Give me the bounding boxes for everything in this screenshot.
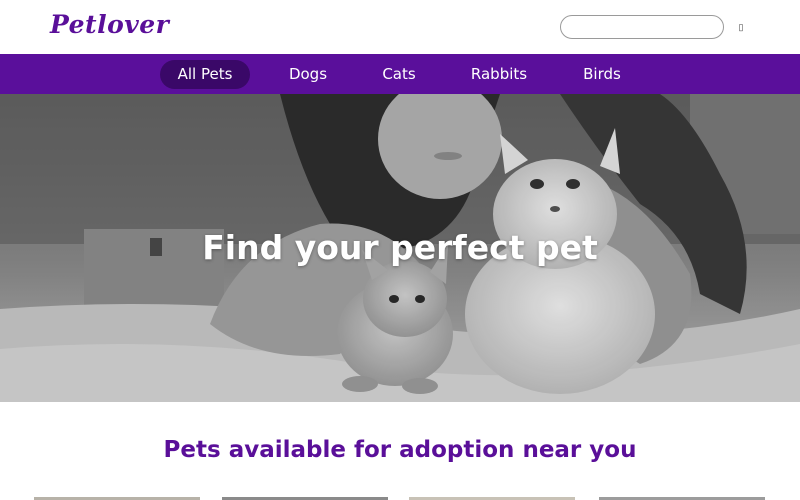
nav-item-rabbits[interactable]: Rabbits bbox=[463, 60, 535, 89]
site-header: Petlover ▯ bbox=[0, 0, 800, 54]
nav-item-all-pets[interactable]: All Pets bbox=[160, 60, 250, 89]
site-logo[interactable]: Petlover bbox=[50, 10, 169, 39]
hero-banner: Find your perfect pet bbox=[0, 94, 800, 402]
hero-title: Find your perfect pet bbox=[202, 228, 598, 267]
nav-item-dogs[interactable]: Dogs bbox=[280, 60, 336, 89]
adoption-section-title: Pets available for adoption near you bbox=[163, 437, 637, 463]
category-nav: All Pets Dogs Cats Rabbits Birds bbox=[0, 54, 800, 94]
search-input[interactable] bbox=[560, 15, 724, 39]
nav-item-cats[interactable]: Cats bbox=[374, 60, 424, 89]
search-box bbox=[560, 15, 724, 39]
search-icon[interactable]: ▯ bbox=[734, 18, 748, 36]
nav-item-birds[interactable]: Birds bbox=[575, 60, 629, 89]
